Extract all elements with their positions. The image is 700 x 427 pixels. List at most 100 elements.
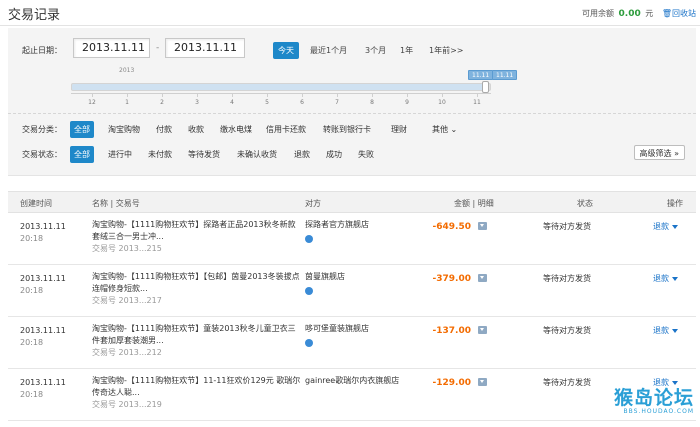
timeline-tick	[127, 93, 128, 97]
timeline-tick	[92, 93, 93, 97]
row-date: 2013.11.11	[20, 378, 66, 387]
detail-toggle-icon[interactable]	[478, 274, 487, 282]
category-credit-card[interactable]: 信用卡还款	[262, 121, 310, 138]
row-party-name[interactable]: 茵曼旗舰店	[305, 271, 415, 283]
row-party: 探路者官方旗舰店	[305, 219, 415, 247]
caret-down-icon	[672, 276, 678, 281]
category-bank-transfer[interactable]: 转账到银行卡	[319, 121, 375, 138]
row-time: 20:18	[20, 234, 44, 243]
quick-1-year-button[interactable]: 1年	[395, 42, 418, 59]
advanced-filter-button[interactable]: 高级筛选 »	[633, 145, 685, 160]
detail-toggle-icon[interactable]	[478, 326, 487, 334]
timeline-year-mark: 2013	[119, 67, 135, 74]
timeline-tick	[442, 93, 443, 97]
start-date-input[interactable]: 2013.11.11	[73, 38, 150, 58]
row-party: 哆可堡童装旗舰店	[305, 323, 415, 351]
row-amount: -129.00	[432, 378, 471, 388]
caret-down-icon	[672, 328, 678, 333]
category-payment[interactable]: 付款	[152, 121, 176, 138]
watermark-title: 猴岛论坛	[613, 387, 694, 409]
timeline-tick-label: 4	[230, 99, 234, 106]
header-amount[interactable]: 金额 | 明细	[454, 198, 494, 209]
category-taobao[interactable]: 淘宝购物	[104, 121, 144, 138]
row-trade-no: 交易号 2013...212	[92, 348, 162, 357]
header-name: 名称 | 交易号	[92, 199, 140, 208]
row-trade-no: 交易号 2013...217	[92, 296, 162, 305]
category-other-label: 其他	[432, 125, 448, 134]
category-label: 交易分类：	[22, 125, 62, 134]
timeline-tick-label: 1	[125, 99, 129, 106]
row-title-link[interactable]: 淘宝购物-【1111购物狂欢节】探路者正品2013秋冬新款套绒三合一男士冲...	[92, 219, 302, 243]
row-name: 淘宝购物-【1111购物狂欢节】探路者正品2013秋冬新款套绒三合一男士冲...…	[92, 219, 302, 255]
timeline-tick	[267, 93, 268, 97]
row-title-link[interactable]: 淘宝购物-【1111购物狂欢节】童装2013秋冬儿童卫衣三件套加厚套装潮男...	[92, 323, 302, 347]
timeline-selected-range	[72, 84, 486, 90]
row-amount: -379.00	[432, 274, 471, 284]
row-refund-link[interactable]: 退款	[653, 221, 678, 233]
timeline-end-tip: 11.11	[492, 70, 518, 80]
double-chevron-down-icon: »	[674, 149, 679, 158]
row-refund-link[interactable]: 退款	[653, 325, 678, 337]
status-failed[interactable]: 失败	[354, 146, 378, 163]
row-time: 20:18	[20, 338, 44, 347]
header-party: 对方	[305, 199, 321, 208]
timeline-ruler	[71, 93, 491, 97]
timeline-tick-label: 9	[405, 99, 409, 106]
timeline-start-tip: 11.11	[468, 70, 494, 80]
row-party-name[interactable]: 哆可堡童装旗舰店	[305, 323, 415, 335]
trash-icon: 🗑	[661, 9, 672, 18]
timeline-tick-label: 12	[88, 99, 96, 106]
timeline-tick-label: 11	[473, 99, 481, 106]
end-date-input[interactable]: 2013.11.11	[165, 38, 245, 58]
row-party-name[interactable]: gainree歌瑞尔内衣旗舰店	[305, 375, 415, 387]
page-title: 交易记录	[8, 8, 61, 23]
quick-3-months-button[interactable]: 3个月	[360, 42, 391, 59]
row-refund-link[interactable]: 退款	[653, 273, 678, 285]
timeline-tick-label: 2	[160, 99, 164, 106]
quick-1-month-button[interactable]: 最近1个月	[305, 42, 352, 59]
row-party: gainree歌瑞尔内衣旗舰店	[305, 375, 415, 387]
quick-older-button[interactable]: 1年前>>	[424, 42, 469, 59]
row-party-name[interactable]: 探路者官方旗舰店	[305, 219, 415, 231]
status-unpaid[interactable]: 未付款	[144, 146, 176, 163]
detail-toggle-icon[interactable]	[478, 378, 487, 386]
timeline-tick	[372, 93, 373, 97]
category-receipt[interactable]: 收款	[184, 121, 208, 138]
status-awaiting-shipment[interactable]: 等待发货	[184, 146, 224, 163]
category-other[interactable]: 其他 ⌄	[428, 121, 461, 138]
row-title-link[interactable]: 淘宝购物-【1111购物狂欢节】11-11狂欢价129元 歌瑞尔传奇达人聪...	[92, 375, 302, 399]
status-in-progress[interactable]: 进行中	[104, 146, 136, 163]
timeline-tick-label: 7	[335, 99, 339, 106]
recycle-bin-link[interactable]: 🗑回收站	[662, 9, 696, 18]
row-amount: -649.50	[432, 222, 471, 232]
header-action: 操作	[667, 199, 683, 208]
timeline-tick	[197, 93, 198, 97]
header-status: 状态	[577, 199, 593, 208]
quick-today-button[interactable]: 今天	[273, 42, 299, 59]
timeline-handle[interactable]	[482, 81, 489, 93]
row-title-link[interactable]: 淘宝购物-【1111购物狂欢节】【包邮】茵曼2013冬装拔点连帽修身短款...	[92, 271, 302, 295]
chevron-down-icon: ⌄	[450, 125, 458, 134]
timeline-tick	[407, 93, 408, 97]
chat-icon[interactable]	[305, 339, 313, 347]
detail-toggle-icon[interactable]	[478, 222, 487, 230]
status-refund[interactable]: 退款	[290, 146, 314, 163]
timeline-track[interactable]	[71, 83, 491, 91]
row-status: 等待对方发货	[543, 274, 591, 283]
category-all[interactable]: 全部	[70, 121, 94, 138]
table-row: 2013.11.11 20:18 淘宝购物-【1111购物狂欢节】11-11狂欢…	[8, 369, 696, 421]
chat-icon[interactable]	[305, 235, 313, 243]
status-all[interactable]: 全部	[70, 146, 94, 163]
table-row: 2013.11.11 20:18 淘宝购物-【1111购物狂欢节】探路者正品20…	[8, 213, 696, 265]
row-status: 等待对方发货	[543, 326, 591, 335]
row-trade-no: 交易号 2013...215	[92, 244, 162, 253]
category-utilities[interactable]: 缴水电煤	[216, 121, 256, 138]
status-success[interactable]: 成功	[322, 146, 346, 163]
row-refund-label: 退款	[653, 274, 669, 283]
chat-icon[interactable]	[305, 287, 313, 295]
category-finance[interactable]: 理财	[387, 121, 411, 138]
timeline-tick-label: 3	[195, 99, 199, 106]
header-created[interactable]: 创建时间	[20, 198, 52, 209]
table-row: 2013.11.11 20:18 淘宝购物-【1111购物狂欢节】童装2013秋…	[8, 317, 696, 369]
status-unconfirmed[interactable]: 未确认收货	[233, 146, 281, 163]
